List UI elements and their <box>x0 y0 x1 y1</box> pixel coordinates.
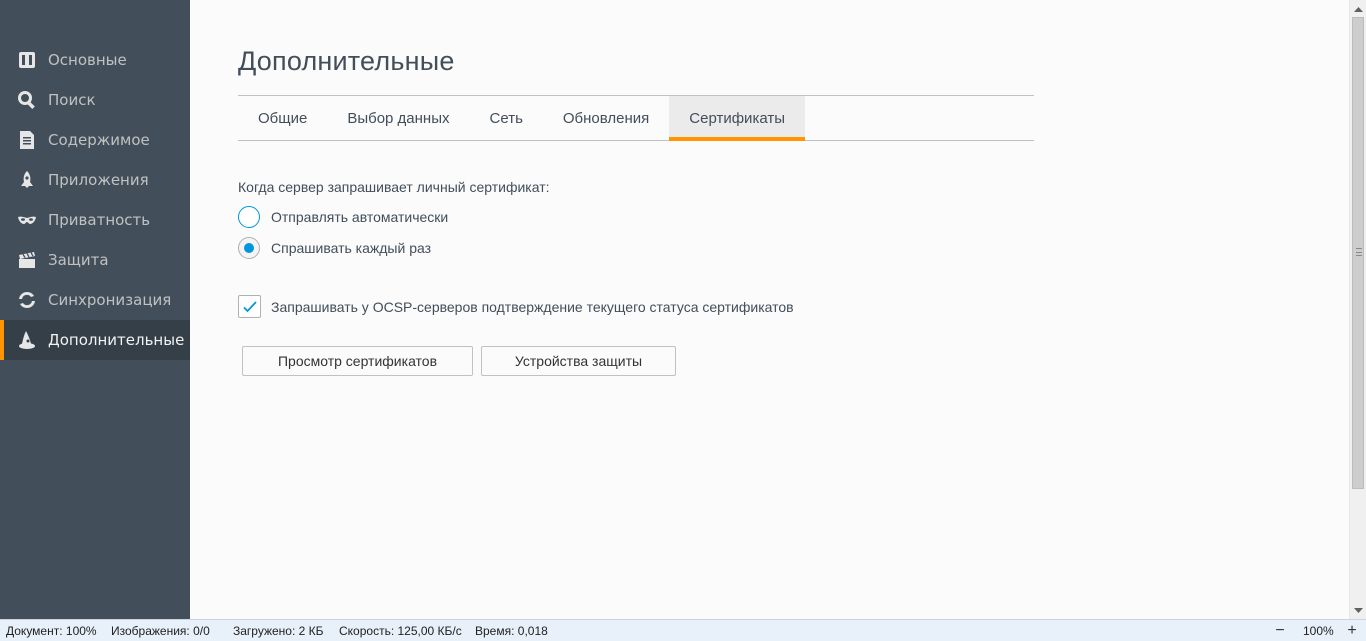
status-document: Документ: 100% <box>6 624 97 638</box>
tab-certificates[interactable]: Сертификаты <box>669 96 805 141</box>
document-icon <box>17 130 37 150</box>
scrollbar-thumb[interactable] <box>1352 17 1364 489</box>
sidebar-item-label: Защита <box>48 251 109 269</box>
tab-network[interactable]: Сеть <box>470 96 543 140</box>
sync-icon <box>17 290 37 310</box>
tab-updates[interactable]: Обновления <box>543 96 669 140</box>
grip-icon <box>1356 248 1362 256</box>
radio-ask-every-time[interactable] <box>238 237 260 259</box>
general-icon <box>17 50 37 70</box>
wizard-hat-icon <box>17 330 37 350</box>
mask-icon <box>17 210 37 230</box>
vertical-scrollbar[interactable] <box>1349 0 1366 619</box>
status-time: Время: 0,018 <box>475 624 548 638</box>
zoom-level[interactable]: 100% <box>1303 624 1334 638</box>
sidebar-item-content[interactable]: Содержимое <box>0 120 190 160</box>
cert-request-label: Когда сервер запрашивает личный сертифик… <box>238 179 550 195</box>
tab-bar: Общие Выбор данных Сеть Обновления Серти… <box>238 95 1034 141</box>
zoom-out-button[interactable]: − <box>1270 621 1290 640</box>
status-bar: Документ: 100% Изображения: 0/0 Загружен… <box>0 619 1366 641</box>
sidebar-item-advanced[interactable]: Дополнительные <box>0 320 190 360</box>
sidebar-item-privacy[interactable]: Приватность <box>0 200 190 240</box>
sidebar-item-applications[interactable]: Приложения <box>0 160 190 200</box>
scroll-up-icon[interactable] <box>1350 0 1366 17</box>
security-devices-button[interactable]: Устройства защиты <box>481 346 676 376</box>
search-icon <box>17 90 37 110</box>
status-speed: Скорость: 125,00 КБ/с <box>339 624 462 638</box>
status-loaded: Загружено: 2 КБ <box>233 624 324 638</box>
clapper-icon <box>17 250 37 270</box>
checkmark-icon <box>243 301 257 313</box>
sidebar: Основные Поиск Содержимое Приложения При… <box>0 0 190 619</box>
page-title: Дополнительные <box>238 46 455 76</box>
sidebar-item-label: Приложения <box>48 171 149 189</box>
sidebar-item-label: Дополнительные <box>48 331 185 349</box>
sidebar-item-label: Поиск <box>48 91 96 109</box>
ocsp-checkbox-label[interactable]: Запрашивать у OCSP-серверов подтверждени… <box>271 299 794 315</box>
zoom-in-button[interactable]: + <box>1342 621 1362 640</box>
sidebar-item-search[interactable]: Поиск <box>0 80 190 120</box>
sidebar-item-label: Приватность <box>48 211 151 229</box>
sidebar-item-label: Основные <box>48 51 127 69</box>
radio-send-auto-label[interactable]: Отправлять автоматически <box>271 209 448 225</box>
view-certificates-button[interactable]: Просмотр сертификатов <box>242 346 473 376</box>
scroll-down-icon[interactable] <box>1350 602 1366 619</box>
tab-general[interactable]: Общие <box>238 96 327 140</box>
rocket-icon <box>17 170 37 190</box>
sidebar-item-general[interactable]: Основные <box>0 40 190 80</box>
sidebar-item-label: Синхронизация <box>48 291 172 309</box>
ocsp-checkbox[interactable] <box>238 295 261 318</box>
sidebar-item-security[interactable]: Защита <box>0 240 190 280</box>
status-images: Изображения: 0/0 <box>111 624 210 638</box>
radio-send-auto[interactable] <box>238 206 260 228</box>
radio-ask-every-time-label[interactable]: Спрашивать каждый раз <box>271 240 431 256</box>
sidebar-item-label: Содержимое <box>48 131 150 149</box>
tab-data-choices[interactable]: Выбор данных <box>327 96 469 140</box>
sidebar-item-sync[interactable]: Синхронизация <box>0 280 190 320</box>
